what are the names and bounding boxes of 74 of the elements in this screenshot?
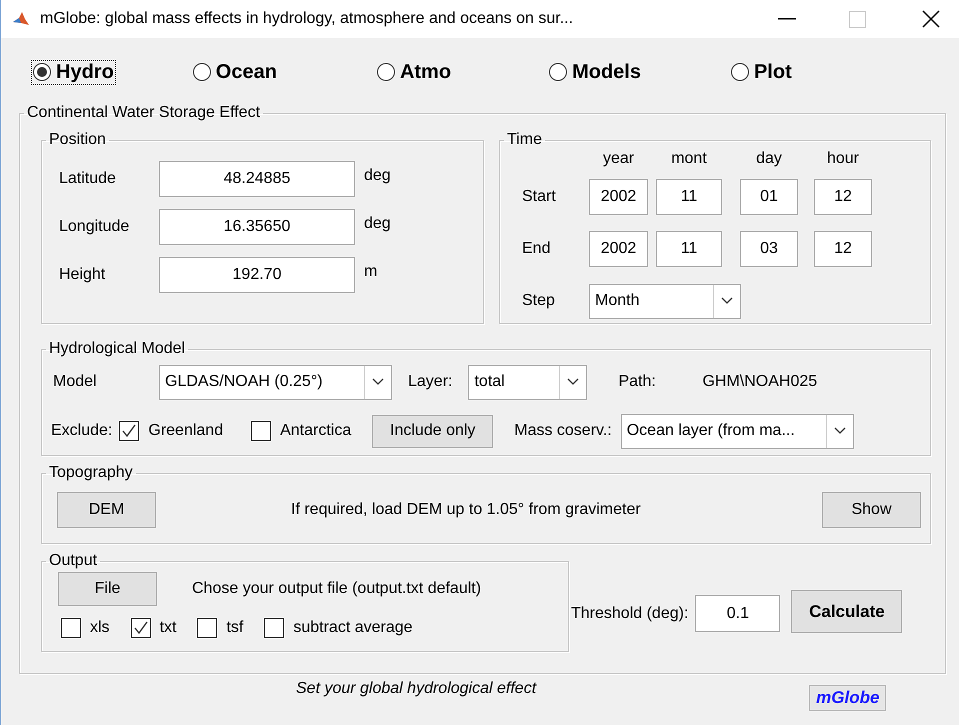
group-title: Time: [506, 131, 543, 149]
chevron-down-icon: [567, 378, 580, 386]
group-title: Output: [48, 552, 98, 570]
field-label: Latitude: [58, 170, 117, 188]
text-field[interactable]: 01: [740, 179, 798, 215]
unit-label: deg: [364, 167, 391, 185]
row-label: Step: [522, 292, 555, 310]
chevron-down-icon: [834, 427, 846, 435]
text-field[interactable]: 11: [656, 231, 722, 267]
topography-note: If required, load DEM up to 1.05° from gravimeter: [291, 501, 641, 519]
threshold-field[interactable]: 0.1: [695, 595, 780, 632]
text-field[interactable]: 12: [814, 179, 872, 215]
text-field[interactable]: 03: [740, 231, 798, 267]
column-header: day: [756, 150, 782, 167]
field-label: Model: [53, 373, 98, 391]
file-button[interactable]: File: [58, 572, 157, 606]
output-note: Chose your output file (output.txt default): [192, 580, 482, 598]
checkbox[interactable]: [130, 618, 151, 638]
text-field[interactable]: 16.35650: [159, 209, 355, 245]
field-label: Mass coserv.:: [514, 422, 612, 440]
text-field[interactable]: 12: [814, 231, 872, 267]
checkbox[interactable]: [61, 618, 81, 638]
field-label: Path:: [618, 373, 657, 391]
app-icon: [12, 10, 30, 28]
mode-radio[interactable]: Plot: [728, 60, 794, 84]
checkbox-label: txt: [160, 619, 176, 637]
dem-button[interactable]: DEM: [57, 492, 156, 528]
mode-radio[interactable]: Ocean: [190, 60, 279, 84]
group-title: Position: [48, 131, 107, 149]
checkbox-label: Greenland: [148, 422, 224, 440]
text-field[interactable]: 192.70: [159, 257, 355, 293]
text-field[interactable]: 11: [656, 179, 722, 215]
calculate-button[interactable]: Calculate: [791, 590, 902, 633]
column-header: year: [602, 150, 634, 167]
status-message: Set your global hydrological effect: [296, 680, 536, 698]
text-field[interactable]: 48.24885: [159, 161, 355, 197]
row-label: Start: [522, 188, 556, 206]
field-label: Height: [58, 266, 106, 284]
mode-radio[interactable]: Hydro: [31, 60, 116, 84]
dropdown[interactable]: GLDAS/NOAH (0.25°): [159, 364, 392, 400]
window-title: mGlobe: global mass effects in hydrology, atmosphere and oceans on sur...: [40, 10, 574, 28]
dropdown[interactable]: total: [468, 364, 588, 400]
text-field[interactable]: 2002: [589, 179, 648, 215]
checkbox-label: subtract average: [293, 619, 413, 637]
column-header: mont: [671, 150, 707, 167]
chevron-down-icon: [372, 378, 384, 386]
column-header: hour: [826, 150, 860, 167]
field-label: Exclude:: [51, 422, 112, 440]
unit-label: m: [364, 263, 378, 281]
unit-label: deg: [364, 215, 391, 233]
brand-label: mGlobe: [809, 685, 886, 711]
include-only-button[interactable]: Include only: [372, 414, 494, 448]
field-label: Longitude: [58, 218, 130, 236]
checkbox[interactable]: [119, 421, 140, 441]
checkbox-label: Antarctica: [280, 422, 352, 440]
group-title: Continental Water Storage Effect: [26, 104, 262, 122]
group-title: Topography: [48, 464, 134, 482]
checkbox-label: xls: [90, 619, 110, 637]
checkbox[interactable]: [264, 618, 284, 638]
text-field[interactable]: 2002: [589, 231, 648, 267]
dropdown[interactable]: Month: [589, 284, 741, 318]
checkbox[interactable]: [251, 421, 272, 441]
row-label: End: [522, 240, 550, 258]
field-label: Layer:: [408, 373, 452, 391]
path-value: GHM\NOAH025: [702, 373, 818, 391]
group-title: Hydrological Model: [48, 340, 186, 358]
threshold-label: Threshold (deg):: [571, 605, 688, 623]
dropdown[interactable]: Ocean layer (from ma...: [620, 414, 854, 448]
checkbox[interactable]: [197, 618, 218, 638]
show-button[interactable]: Show: [822, 492, 921, 528]
checkbox-label: tsf: [226, 619, 244, 637]
mode-radio[interactable]: Atmo: [374, 60, 454, 84]
mode-radio[interactable]: Models: [547, 60, 643, 84]
chevron-down-icon: [721, 297, 733, 305]
